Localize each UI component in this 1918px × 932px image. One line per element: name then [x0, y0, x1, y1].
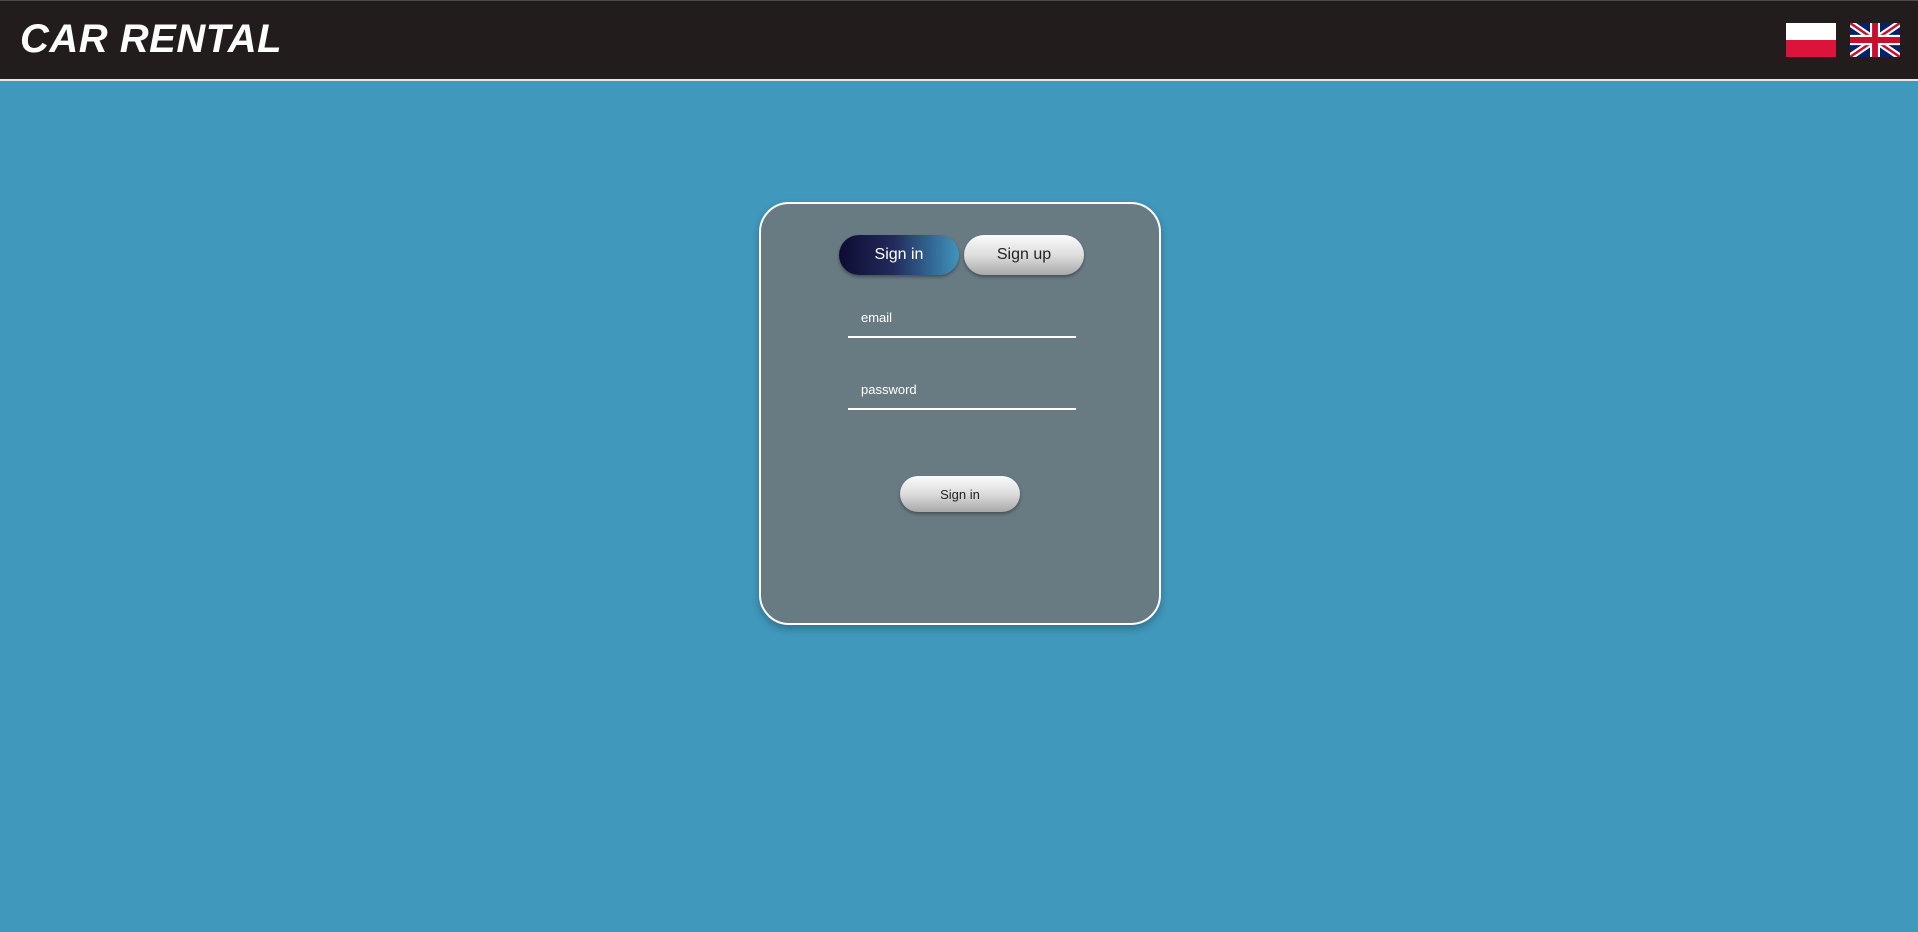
brand-title: CAR RENTAL	[20, 17, 283, 61]
auth-card: Sign in Sign up Sign in	[759, 202, 1161, 625]
email-field[interactable]	[848, 298, 1076, 336]
uk-flag-icon[interactable]	[1850, 23, 1900, 57]
tab-sign-in[interactable]: Sign in	[839, 235, 959, 275]
password-field[interactable]	[848, 370, 1076, 408]
poland-flag-icon[interactable]	[1786, 23, 1836, 57]
auth-tabs: Sign in Sign up	[839, 235, 1085, 277]
password-field-wrapper	[848, 370, 1076, 410]
email-field-wrapper	[848, 298, 1076, 338]
tab-sign-up[interactable]: Sign up	[964, 235, 1084, 275]
main-area: Sign in Sign up Sign in	[0, 81, 1918, 932]
sign-in-button[interactable]: Sign in	[900, 476, 1020, 512]
top-header: CAR RENTAL	[0, 0, 1918, 81]
